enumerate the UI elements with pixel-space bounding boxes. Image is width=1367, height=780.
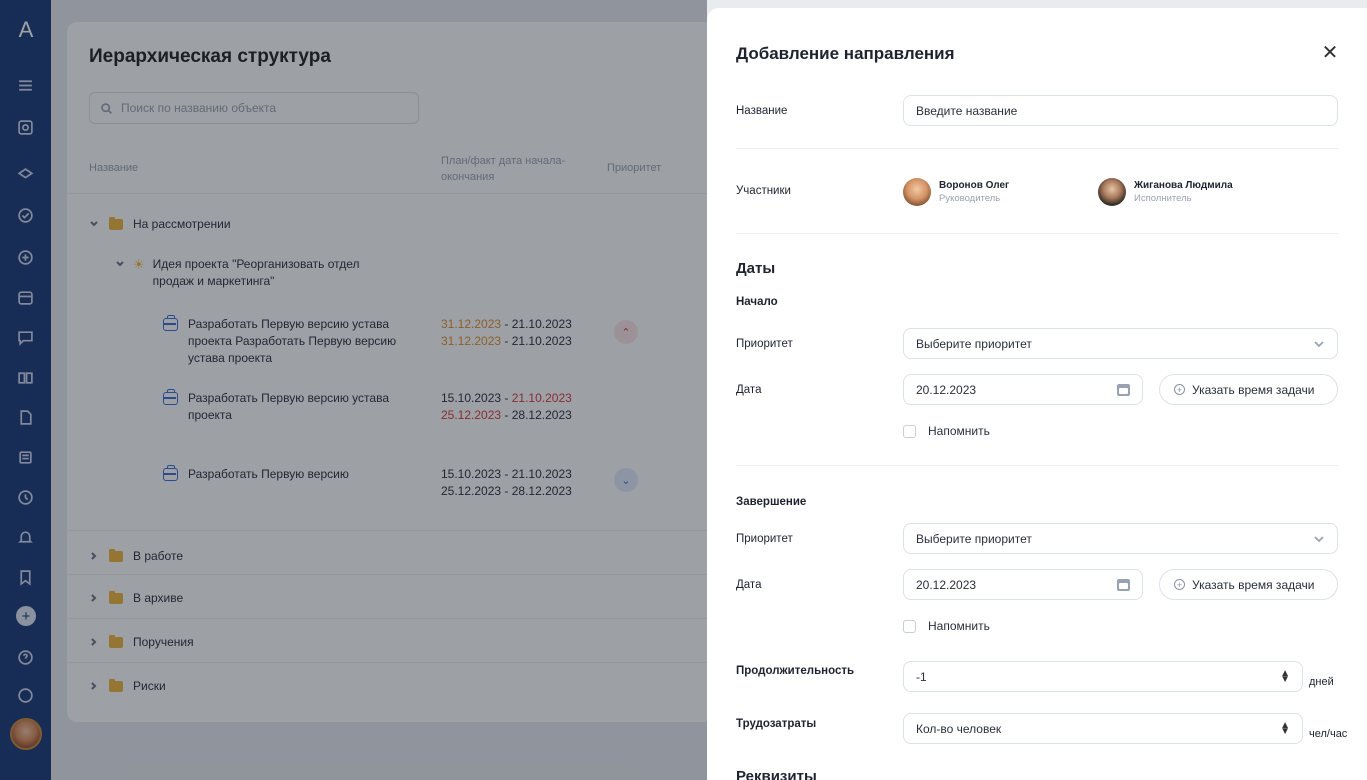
add-direction-drawer: Добавление направления ✕ Название Введит… (707, 8, 1367, 780)
close-icon[interactable]: ✕ (1320, 42, 1340, 64)
effort-unit: чел/час (1309, 728, 1348, 740)
checkbox[interactable] (903, 619, 916, 633)
stepper-icon[interactable]: ▲ ▼ (1280, 668, 1290, 684)
date-value: 20.12.2023 (916, 577, 977, 592)
date-label: Дата (736, 579, 762, 591)
duration-label: Продолжительность (736, 665, 855, 677)
chevron-down-icon (1314, 340, 1324, 347)
participant-name: Жиганова Людмила (1134, 180, 1233, 191)
avatar (1098, 178, 1126, 206)
name-placeholder: Введите название (916, 103, 1018, 118)
plus-circle-icon: + (1174, 579, 1185, 590)
duration-stepper[interactable]: -1 ▲ ▼ (903, 661, 1303, 692)
participant[interactable]: Жиганова Людмила Исполнитель (1098, 178, 1233, 206)
effort-label: Трудозатраты (736, 718, 817, 730)
avatar (903, 178, 931, 206)
set-time-button[interactable]: + Указать время задачи (1159, 569, 1338, 600)
participants-label: Участники (736, 185, 791, 197)
priority-placeholder: Выберите приоритет (916, 336, 1032, 351)
participant-role: Исполнитель (1134, 193, 1192, 204)
priority-placeholder: Выберите приоритет (916, 531, 1032, 546)
stepper-icon[interactable]: ▲ ▼ (1280, 720, 1290, 736)
end-label: Завершение (736, 496, 807, 508)
end-date-input[interactable]: 20.12.2023 (903, 569, 1143, 600)
start-priority-select[interactable]: Выберите приоритет (903, 328, 1338, 359)
participant[interactable]: Воронов Олег Руководитель (903, 178, 1009, 206)
remind-label: Напомнить (928, 424, 990, 438)
set-time-label: Указать время задачи (1192, 577, 1315, 592)
requisites-section-title: Реквизиты (736, 768, 817, 780)
plus-circle-icon: + (1174, 384, 1185, 395)
remind-checkbox[interactable]: Напомнить (903, 619, 990, 633)
divider (736, 465, 1338, 466)
participant-name: Воронов Олег (939, 180, 1010, 191)
priority-label: Приоритет (736, 338, 793, 350)
drawer-title: Добавление направления (736, 44, 955, 63)
name-label: Название (736, 105, 788, 117)
modal-backdrop[interactable] (0, 0, 707, 780)
effort-placeholder: Кол-во человек (916, 721, 1002, 736)
remind-label: Напомнить (928, 619, 990, 633)
end-priority-select[interactable]: Выберите приоритет (903, 523, 1338, 554)
effort-stepper[interactable]: Кол-во человек ▲ ▼ (903, 713, 1303, 744)
remind-checkbox[interactable]: Напомнить (903, 424, 990, 438)
start-date-input[interactable]: 20.12.2023 (903, 374, 1143, 405)
divider (736, 233, 1338, 234)
name-input[interactable]: Введите название (903, 95, 1338, 126)
calendar-icon[interactable] (1117, 383, 1130, 396)
set-time-label: Указать время задачи (1192, 382, 1315, 397)
priority-label: Приоритет (736, 533, 793, 545)
date-label: Дата (736, 384, 762, 396)
calendar-icon[interactable] (1117, 578, 1130, 591)
checkbox[interactable] (903, 424, 916, 438)
date-value: 20.12.2023 (916, 382, 977, 397)
divider (736, 148, 1338, 149)
duration-unit: дней (1309, 676, 1334, 688)
start-label: Начало (736, 296, 778, 308)
set-time-button[interactable]: + Указать время задачи (1159, 374, 1338, 405)
participant-role: Руководитель (939, 193, 1001, 204)
chevron-down-icon (1314, 535, 1324, 542)
duration-value: -1 (916, 669, 927, 684)
dates-section-title: Даты (736, 260, 776, 277)
